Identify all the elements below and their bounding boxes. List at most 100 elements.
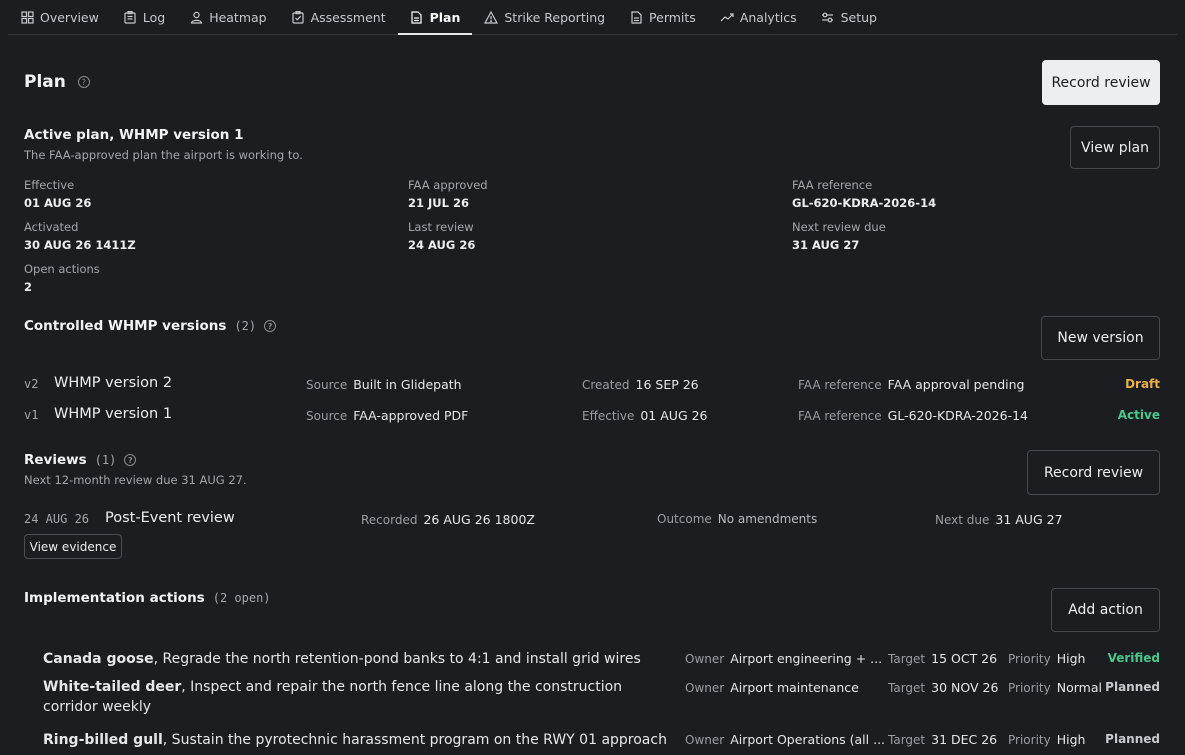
document-icon xyxy=(410,10,424,24)
label: Source xyxy=(306,409,348,423)
clipboard-check-icon xyxy=(291,10,305,24)
label: Owner xyxy=(685,681,725,695)
action-row[interactable]: Canada goose, Regrade the north retentio… xyxy=(43,648,1160,670)
version-row[interactable]: v2 WHMP version 2 Source Built in Glidepa… xyxy=(24,375,1160,394)
section-title-text: Controlled WHMP versions xyxy=(24,318,227,334)
tab-permits[interactable]: Permits xyxy=(617,0,708,34)
tab-heatmap[interactable]: Heatmap xyxy=(177,0,278,34)
action-description: Ring-billed gull, Sustain the pyrotechni… xyxy=(43,729,667,751)
version-row[interactable]: v1 WHMP version 1 Source FAA-approved PDF… xyxy=(24,406,1160,425)
active-plan-title: Active plan, WHMP version 1 xyxy=(24,127,244,143)
value: GL-620-KDRA-2026-14 xyxy=(887,408,1028,423)
value: Normal xyxy=(1056,680,1102,695)
label: Target xyxy=(888,733,926,747)
action-description: Canada goose, Regrade the north retentio… xyxy=(43,648,661,670)
tab-label: Setup xyxy=(840,9,877,25)
help-icon[interactable]: ? xyxy=(77,76,90,88)
action-species: Ring-billed gull xyxy=(43,732,163,748)
field-faa-reference: FAA reference GL-620-KDRA-2026-14 xyxy=(792,178,936,210)
status-badge: Active xyxy=(1117,408,1160,422)
new-version-button[interactable]: New version xyxy=(1041,316,1160,360)
version-date: Effective 01 AUG 26 xyxy=(582,408,708,423)
value: FAA approval pending xyxy=(887,377,1025,392)
tab-analytics[interactable]: Analytics xyxy=(708,0,809,34)
clipboard-icon xyxy=(123,10,137,24)
label: FAA reference xyxy=(798,409,882,423)
tab-setup[interactable]: Setup xyxy=(809,0,889,34)
action-text: , Sustain the pyrotechnic harassment pro… xyxy=(162,732,667,748)
action-text: , Regrade the north retention-pond banks… xyxy=(153,651,641,667)
review-date: 24 AUG 26 xyxy=(24,512,90,526)
field-value: 01 AUG 26 xyxy=(24,196,92,210)
label: Priority xyxy=(1008,652,1051,666)
value: 16 SEP 26 xyxy=(635,377,699,392)
value: Airport Operations (all ... xyxy=(730,732,886,747)
add-action-button[interactable]: Add action xyxy=(1051,588,1160,632)
trend-icon xyxy=(720,10,734,24)
value: Built in Glidepath xyxy=(353,377,462,392)
action-row[interactable]: Ring-billed gull, Sustain the pyrotechni… xyxy=(43,729,1160,751)
view-evidence-button[interactable]: View evidence xyxy=(24,534,122,559)
reviews-title: Reviews (1) ? xyxy=(24,452,137,468)
action-target: Target 15 OCT 26 xyxy=(888,651,997,666)
label: Owner xyxy=(685,733,725,747)
version-name: WHMP version 2 xyxy=(54,375,173,391)
review-outcome: Outcome No amendments xyxy=(657,512,817,526)
field-last-review: Last review 24 AUG 26 xyxy=(408,220,475,252)
action-species: White-tailed deer xyxy=(43,679,182,695)
version-faa-reference: FAA reference GL-620-KDRA-2026-14 xyxy=(798,408,1028,423)
label: Target xyxy=(888,681,926,695)
tab-plan[interactable]: Plan xyxy=(397,0,473,35)
label: Recorded xyxy=(361,513,418,527)
action-priority: Priority High xyxy=(1008,732,1085,747)
review-next-due: Next due 31 AUG 27 xyxy=(935,512,1063,527)
tab-label: Heatmap xyxy=(209,9,267,25)
version-code: v2 xyxy=(24,377,39,391)
field-faa-approved: FAA approved 21 JUL 26 xyxy=(408,178,488,210)
tab-label: Assessment xyxy=(310,9,386,25)
version-date: Created 16 SEP 26 xyxy=(582,377,699,392)
section-title-text: Reviews xyxy=(24,452,87,468)
label: Effective xyxy=(582,409,635,423)
value: 15 OCT 26 xyxy=(931,651,998,666)
tab-overview[interactable]: Overview xyxy=(8,0,111,34)
help-icon[interactable]: ? xyxy=(124,454,137,466)
status-badge: Planned xyxy=(1105,680,1160,694)
tab-label: Plan xyxy=(429,9,461,25)
review-row[interactable]: 24 AUG 26 Post-Event review Recorded 26 A… xyxy=(24,510,1160,529)
tab-log[interactable]: Log xyxy=(111,0,177,34)
field-value: 31 AUG 27 xyxy=(792,238,860,252)
label: Created xyxy=(582,378,630,392)
action-owner: Owner Airport engineering + ... xyxy=(685,651,882,666)
value: 31 AUG 27 xyxy=(995,512,1063,527)
label: Next due xyxy=(935,513,990,527)
action-target: Target 30 NOV 26 xyxy=(888,680,998,695)
field-value: 21 JUL 26 xyxy=(408,196,469,210)
action-row[interactable]: White-tailed deer, Inspect and repair th… xyxy=(43,677,1160,721)
field-label: Last review xyxy=(408,220,474,234)
action-priority: Priority Normal xyxy=(1008,680,1102,695)
record-review-button[interactable]: Record review xyxy=(1027,450,1160,495)
record-review-button[interactable]: Record review xyxy=(1042,60,1160,105)
action-description: White-tailed deer, Inspect and repair th… xyxy=(43,677,661,717)
warning-icon xyxy=(484,10,499,24)
tab-strike-reporting[interactable]: Strike Reporting xyxy=(472,0,617,34)
field-effective: Effective 01 AUG 26 xyxy=(24,178,91,210)
page-header: Plan ? xyxy=(24,72,90,92)
tab-label: Log xyxy=(142,9,166,25)
label: Outcome xyxy=(657,512,712,526)
value: 01 AUG 26 xyxy=(640,408,708,423)
field-value: 24 AUG 26 xyxy=(408,238,476,252)
value: No amendments xyxy=(717,512,818,526)
grid-icon xyxy=(20,10,34,24)
field-value: 2 xyxy=(24,280,33,294)
view-plan-button[interactable]: View plan xyxy=(1070,126,1160,169)
page-title: Plan xyxy=(24,72,66,92)
tab-assessment[interactable]: Assessment xyxy=(279,0,398,34)
version-source: Source Built in Glidepath xyxy=(306,377,462,392)
value: FAA-approved PDF xyxy=(353,408,469,423)
help-icon[interactable]: ? xyxy=(264,320,277,332)
label: Priority xyxy=(1008,681,1051,695)
top-nav: Overview Log Heatmap Assessment Plan Str… xyxy=(8,0,1177,35)
sliders-icon xyxy=(821,10,835,24)
